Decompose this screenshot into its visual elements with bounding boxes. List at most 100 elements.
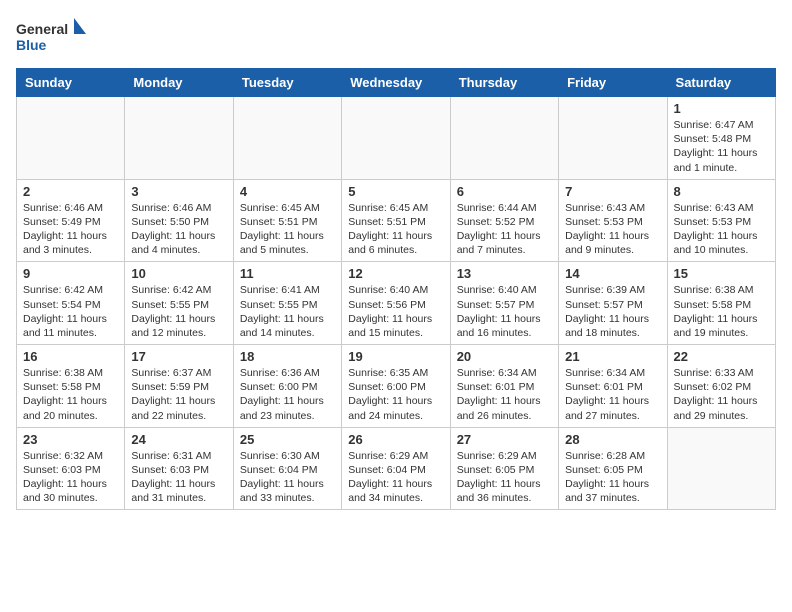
- svg-text:General: General: [16, 21, 68, 37]
- calendar-week-row: 16 Sunrise: 6:38 AM Sunset: 5:58 PM Dayli…: [17, 345, 776, 428]
- day-number: 1: [674, 101, 769, 116]
- day-info: Sunrise: 6:37 AM Sunset: 5:59 PM Dayligh…: [131, 366, 226, 423]
- calendar-cell: 21 Sunrise: 6:34 AM Sunset: 6:01 PM Dayli…: [559, 345, 667, 428]
- page-header: GeneralBlue: [16, 16, 776, 60]
- day-number: 10: [131, 266, 226, 281]
- day-info: Sunrise: 6:34 AM Sunset: 6:01 PM Dayligh…: [457, 366, 552, 423]
- day-info: Sunrise: 6:45 AM Sunset: 5:51 PM Dayligh…: [348, 201, 443, 258]
- day-info: Sunrise: 6:43 AM Sunset: 5:53 PM Dayligh…: [565, 201, 660, 258]
- calendar-cell: 8 Sunrise: 6:43 AM Sunset: 5:53 PM Daylig…: [667, 179, 775, 262]
- day-number: 22: [674, 349, 769, 364]
- day-number: 13: [457, 266, 552, 281]
- calendar-cell: 26 Sunrise: 6:29 AM Sunset: 6:04 PM Dayli…: [342, 427, 450, 510]
- day-number: 12: [348, 266, 443, 281]
- calendar-cell: 19 Sunrise: 6:35 AM Sunset: 6:00 PM Dayli…: [342, 345, 450, 428]
- day-info: Sunrise: 6:40 AM Sunset: 5:57 PM Dayligh…: [457, 283, 552, 340]
- day-number: 26: [348, 432, 443, 447]
- calendar-cell: 18 Sunrise: 6:36 AM Sunset: 6:00 PM Dayli…: [233, 345, 341, 428]
- day-number: 27: [457, 432, 552, 447]
- day-number: 16: [23, 349, 118, 364]
- calendar-cell: [17, 97, 125, 180]
- col-header-saturday: Saturday: [667, 69, 775, 97]
- calendar-cell: 27 Sunrise: 6:29 AM Sunset: 6:05 PM Dayli…: [450, 427, 558, 510]
- calendar-cell: 5 Sunrise: 6:45 AM Sunset: 5:51 PM Daylig…: [342, 179, 450, 262]
- col-header-monday: Monday: [125, 69, 233, 97]
- calendar-cell: 14 Sunrise: 6:39 AM Sunset: 5:57 PM Dayli…: [559, 262, 667, 345]
- day-number: 24: [131, 432, 226, 447]
- day-number: 8: [674, 184, 769, 199]
- day-number: 14: [565, 266, 660, 281]
- calendar-cell: 13 Sunrise: 6:40 AM Sunset: 5:57 PM Dayli…: [450, 262, 558, 345]
- col-header-sunday: Sunday: [17, 69, 125, 97]
- day-number: 17: [131, 349, 226, 364]
- day-number: 11: [240, 266, 335, 281]
- day-info: Sunrise: 6:47 AM Sunset: 5:48 PM Dayligh…: [674, 118, 769, 175]
- day-number: 19: [348, 349, 443, 364]
- calendar-cell: [450, 97, 558, 180]
- day-info: Sunrise: 6:35 AM Sunset: 6:00 PM Dayligh…: [348, 366, 443, 423]
- calendar-cell: 22Sunrise: 6:33 AM Sunset: 6:02 PM Dayli…: [667, 345, 775, 428]
- day-number: 2: [23, 184, 118, 199]
- calendar-cell: 20 Sunrise: 6:34 AM Sunset: 6:01 PM Dayli…: [450, 345, 558, 428]
- day-info: Sunrise: 6:29 AM Sunset: 6:05 PM Dayligh…: [457, 449, 552, 506]
- calendar-cell: 23 Sunrise: 6:32 AM Sunset: 6:03 PM Dayli…: [17, 427, 125, 510]
- logo-svg: GeneralBlue: [16, 16, 96, 60]
- svg-text:Blue: Blue: [16, 37, 47, 53]
- day-info: Sunrise: 6:46 AM Sunset: 5:49 PM Dayligh…: [23, 201, 118, 258]
- calendar-cell: 28 Sunrise: 6:28 AM Sunset: 6:05 PM Dayli…: [559, 427, 667, 510]
- calendar-cell: 24 Sunrise: 6:31 AM Sunset: 6:03 PM Dayli…: [125, 427, 233, 510]
- calendar-cell: 6 Sunrise: 6:44 AM Sunset: 5:52 PM Daylig…: [450, 179, 558, 262]
- logo: GeneralBlue: [16, 16, 96, 60]
- day-info: Sunrise: 6:31 AM Sunset: 6:03 PM Dayligh…: [131, 449, 226, 506]
- calendar-cell: [667, 427, 775, 510]
- calendar-week-row: 23 Sunrise: 6:32 AM Sunset: 6:03 PM Dayli…: [17, 427, 776, 510]
- day-number: 7: [565, 184, 660, 199]
- calendar-week-row: 2 Sunrise: 6:46 AM Sunset: 5:49 PM Daylig…: [17, 179, 776, 262]
- day-info: Sunrise: 6:36 AM Sunset: 6:00 PM Dayligh…: [240, 366, 335, 423]
- calendar-cell: 4 Sunrise: 6:45 AM Sunset: 5:51 PM Daylig…: [233, 179, 341, 262]
- day-info: Sunrise: 6:44 AM Sunset: 5:52 PM Dayligh…: [457, 201, 552, 258]
- day-number: 6: [457, 184, 552, 199]
- calendar-cell: 7 Sunrise: 6:43 AM Sunset: 5:53 PM Daylig…: [559, 179, 667, 262]
- day-number: 28: [565, 432, 660, 447]
- day-number: 23: [23, 432, 118, 447]
- calendar-cell: [233, 97, 341, 180]
- col-header-tuesday: Tuesday: [233, 69, 341, 97]
- day-info: Sunrise: 6:29 AM Sunset: 6:04 PM Dayligh…: [348, 449, 443, 506]
- day-number: 21: [565, 349, 660, 364]
- day-info: Sunrise: 6:28 AM Sunset: 6:05 PM Dayligh…: [565, 449, 660, 506]
- day-info: Sunrise: 6:42 AM Sunset: 5:54 PM Dayligh…: [23, 283, 118, 340]
- day-number: 15: [674, 266, 769, 281]
- day-number: 9: [23, 266, 118, 281]
- calendar-cell: [559, 97, 667, 180]
- day-info: Sunrise: 6:38 AM Sunset: 5:58 PM Dayligh…: [23, 366, 118, 423]
- calendar-cell: 11 Sunrise: 6:41 AM Sunset: 5:55 PM Dayli…: [233, 262, 341, 345]
- day-number: 25: [240, 432, 335, 447]
- day-info: Sunrise: 6:32 AM Sunset: 6:03 PM Dayligh…: [23, 449, 118, 506]
- day-info: Sunrise: 6:42 AM Sunset: 5:55 PM Dayligh…: [131, 283, 226, 340]
- day-number: 18: [240, 349, 335, 364]
- calendar-cell: [125, 97, 233, 180]
- col-header-wednesday: Wednesday: [342, 69, 450, 97]
- day-info: Sunrise: 6:34 AM Sunset: 6:01 PM Dayligh…: [565, 366, 660, 423]
- day-number: 20: [457, 349, 552, 364]
- calendar-cell: 9 Sunrise: 6:42 AM Sunset: 5:54 PM Daylig…: [17, 262, 125, 345]
- calendar-week-row: 9 Sunrise: 6:42 AM Sunset: 5:54 PM Daylig…: [17, 262, 776, 345]
- day-number: 4: [240, 184, 335, 199]
- calendar-table: SundayMondayTuesdayWednesdayThursdayFrid…: [16, 68, 776, 510]
- day-info: Sunrise: 6:41 AM Sunset: 5:55 PM Dayligh…: [240, 283, 335, 340]
- col-header-friday: Friday: [559, 69, 667, 97]
- day-info: Sunrise: 6:39 AM Sunset: 5:57 PM Dayligh…: [565, 283, 660, 340]
- calendar-cell: 25 Sunrise: 6:30 AM Sunset: 6:04 PM Dayli…: [233, 427, 341, 510]
- day-info: Sunrise: 6:40 AM Sunset: 5:56 PM Dayligh…: [348, 283, 443, 340]
- calendar-week-row: 1 Sunrise: 6:47 AM Sunset: 5:48 PM Daylig…: [17, 97, 776, 180]
- calendar-cell: 3 Sunrise: 6:46 AM Sunset: 5:50 PM Daylig…: [125, 179, 233, 262]
- day-info: Sunrise: 6:45 AM Sunset: 5:51 PM Dayligh…: [240, 201, 335, 258]
- day-info: Sunrise: 6:43 AM Sunset: 5:53 PM Dayligh…: [674, 201, 769, 258]
- day-number: 3: [131, 184, 226, 199]
- day-info: Sunrise: 6:30 AM Sunset: 6:04 PM Dayligh…: [240, 449, 335, 506]
- calendar-cell: 10 Sunrise: 6:42 AM Sunset: 5:55 PM Dayli…: [125, 262, 233, 345]
- calendar-cell: 2 Sunrise: 6:46 AM Sunset: 5:49 PM Daylig…: [17, 179, 125, 262]
- day-number: 5: [348, 184, 443, 199]
- day-info: Sunrise: 6:46 AM Sunset: 5:50 PM Dayligh…: [131, 201, 226, 258]
